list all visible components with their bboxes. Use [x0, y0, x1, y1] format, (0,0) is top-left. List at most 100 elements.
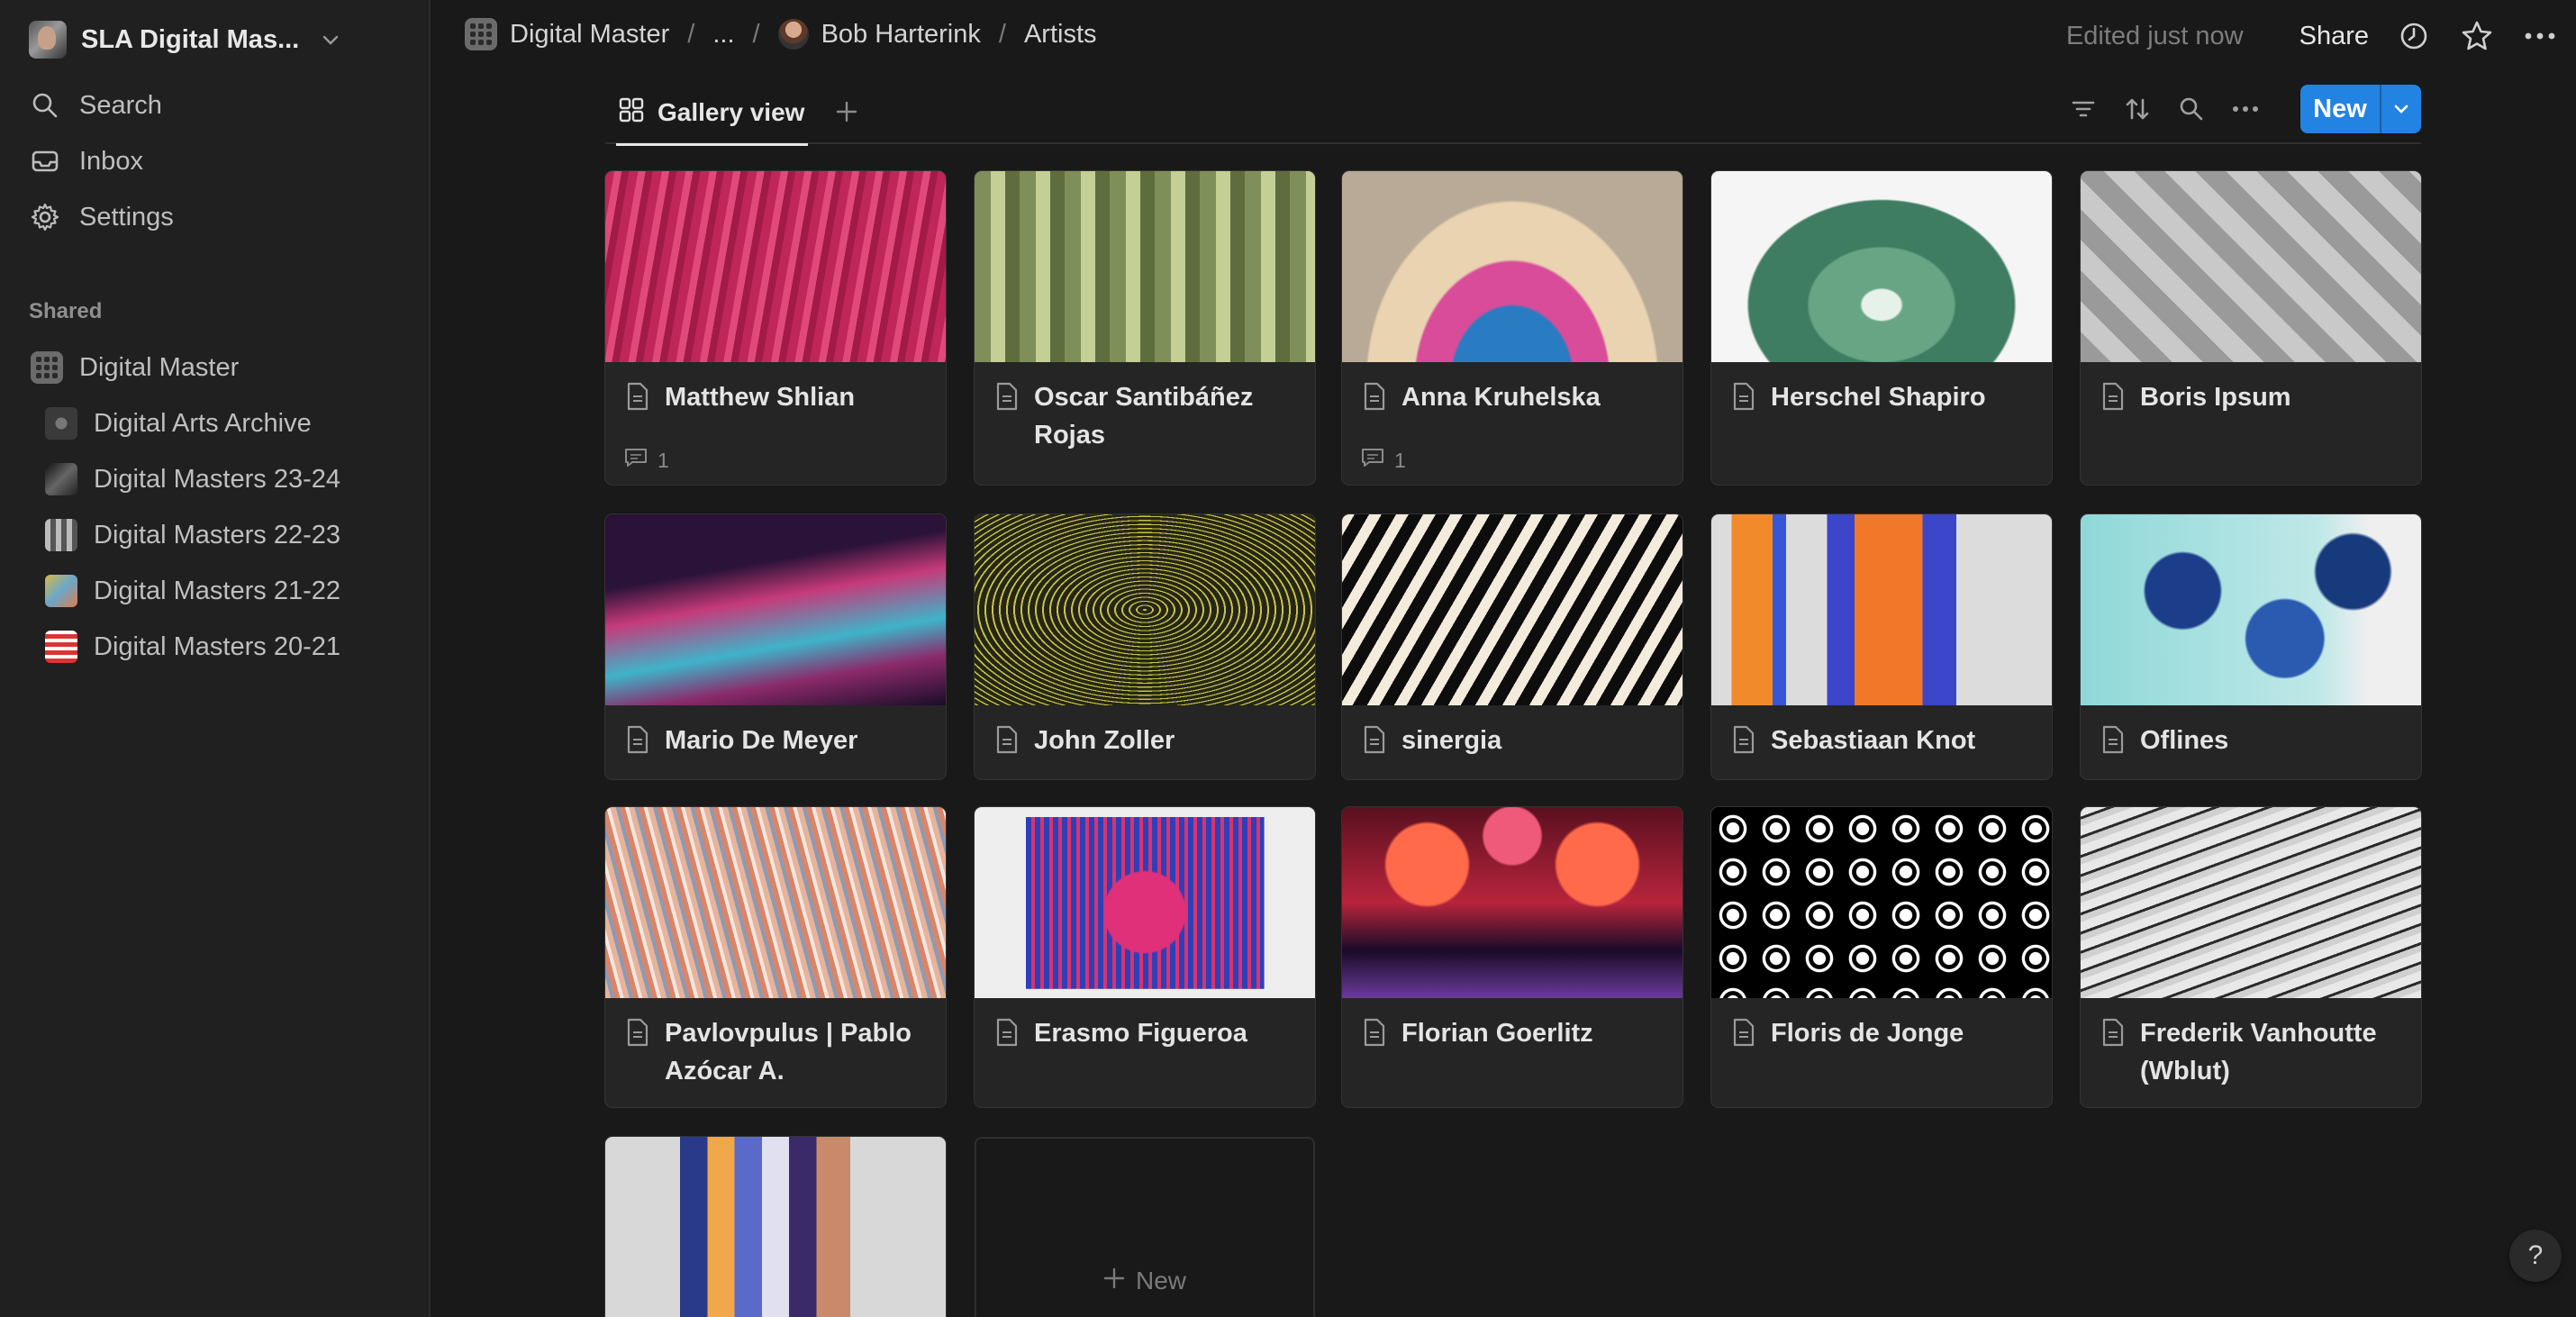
page-icon	[625, 725, 650, 759]
card-cover-image	[2081, 514, 2421, 705]
card-cover-image	[2081, 807, 2421, 998]
gallery-card[interactable]: Floris de Jonge	[1711, 807, 2052, 1107]
search-icon	[29, 89, 61, 122]
new-card-button[interactable]: New	[975, 1137, 1315, 1317]
breadcrumb-separator: /	[998, 19, 1006, 49]
gallery-card[interactable]: sinergia	[1342, 514, 1683, 779]
breadcrumb-item-ellipsis[interactable]: ...	[712, 20, 734, 50]
comment-icon	[623, 447, 649, 474]
card-cover-image	[1342, 171, 1683, 362]
breadcrumb-item-bob-harterink[interactable]: Bob Harterink	[821, 20, 981, 50]
gallery-card[interactable]: Oflines	[2081, 514, 2421, 779]
card-caption: sinergia	[1362, 722, 1666, 759]
new-card-label: New	[1135, 1267, 1186, 1294]
gallery-card[interactable]: Sebastiaan Knot	[1711, 514, 2052, 779]
sidebar-item-settings[interactable]: Settings	[29, 195, 174, 240]
card-title: Mario De Meyer	[665, 726, 858, 755]
card-cover-image	[605, 514, 946, 705]
sidebar-item-label: Digital Masters 21-22	[94, 576, 340, 605]
gallery-card[interactable]: Mario De Meyer	[605, 514, 946, 779]
breadcrumb-item-artists[interactable]: Artists	[1024, 20, 1097, 50]
clock-icon[interactable]	[2396, 18, 2432, 54]
breadcrumb-separator: /	[752, 19, 760, 49]
chevron-down-icon	[317, 26, 344, 53]
page-icon	[2100, 382, 2126, 416]
view-toolbar: Gallery view New	[605, 81, 2421, 146]
share-button[interactable]: Share	[2299, 22, 2369, 51]
sidebar-item-label: Inbox	[79, 146, 143, 176]
edited-status: Edited just now	[2065, 21, 2244, 50]
gallery-card[interactable]: Pavlovpulus | Pablo Azócar A.	[605, 807, 946, 1107]
card-cover-image	[1342, 514, 1683, 705]
card-cover-image	[605, 807, 946, 998]
card-title: Matthew Shlian	[665, 383, 856, 412]
sidebar-item-label: Search	[79, 90, 162, 120]
gallery-card[interactable]: Anna Kruhelska 1	[1342, 171, 1683, 485]
topbar: Digital Master / ... / Bob Harterink / A…	[432, 0, 2576, 79]
sidebar-item-inbox[interactable]: Inbox	[29, 139, 143, 184]
gallery-card[interactable]: Oscar Santibáñez Rojas	[975, 171, 1315, 485]
card-caption: Herschel Shapiro	[1731, 378, 2036, 416]
gallery-card[interactable]: Florian Goerlitz	[1342, 807, 1683, 1107]
card-cover-image	[1711, 514, 2052, 705]
card-caption: Florian Goerlitz	[1362, 1014, 1666, 1052]
sidebar-item-digital-masters-22-23[interactable]: Digital Masters 22-23	[45, 513, 340, 558]
card-caption: Anna Kruhelska	[1362, 378, 1666, 416]
topbar-actions: Edited just now Share	[2066, 18, 2558, 54]
sidebar-item-digital-master[interactable]: Digital Master	[31, 345, 239, 390]
filter-icon[interactable]	[2066, 92, 2100, 126]
sidebar-item-digital-masters-20-21[interactable]: Digital Masters 20-21	[45, 624, 340, 669]
gallery-card[interactable]: Boris Ipsum	[2081, 171, 2421, 485]
sidebar-item-label: Digital Masters 20-21	[94, 631, 340, 661]
card-caption: Erasmo Figueroa	[994, 1014, 1299, 1052]
more-icon[interactable]	[2228, 92, 2263, 126]
sidebar-item-label: Digital Master	[79, 352, 240, 382]
chevron-down-icon[interactable]	[2380, 85, 2421, 133]
add-view-plus-icon[interactable]	[829, 94, 865, 130]
breadcrumb-item-digital-master[interactable]: Digital Master	[510, 20, 669, 50]
page-thumbnail-icon	[45, 463, 77, 495]
grid-page-icon	[31, 351, 63, 384]
gallery-card[interactable]	[605, 1137, 946, 1317]
card-title: Erasmo Figueroa	[1034, 1019, 1247, 1048]
card-title: Anna Kruhelska	[1401, 383, 1601, 412]
card-cover-image	[975, 514, 1315, 705]
page-thumbnail-icon	[45, 631, 77, 663]
inbox-icon	[29, 145, 61, 177]
page-thumbnail-icon	[45, 407, 77, 440]
gallery-card[interactable]: Matthew Shlian 1	[605, 171, 946, 485]
comment-icon	[1360, 447, 1385, 474]
sidebar-item-digital-masters-21-22[interactable]: Digital Masters 21-22	[45, 568, 340, 613]
card-caption: Matthew Shlian	[625, 378, 930, 416]
card-caption: Boris Ipsum	[2100, 378, 2405, 416]
card-title: Frederik Vanhoutte (Wblut)	[2140, 1019, 2377, 1085]
gallery-card[interactable]: Erasmo Figueroa	[975, 807, 1315, 1107]
new-button[interactable]: New	[2300, 85, 2380, 133]
gallery-card[interactable]: John Zoller	[975, 514, 1315, 779]
card-title: sinergia	[1401, 726, 1502, 755]
gallery-card[interactable]: Herschel Shapiro	[1711, 171, 2052, 485]
sidebar-item-digital-arts-archive[interactable]: Digital Arts Archive	[45, 401, 312, 446]
sidebar-item-search[interactable]: Search	[29, 83, 162, 128]
plus-icon	[1103, 1267, 1125, 1295]
star-icon[interactable]	[2459, 18, 2495, 54]
sidebar-item-label: Digital Masters 22-23	[94, 520, 340, 550]
tab-gallery-view[interactable]: Gallery view	[615, 88, 809, 146]
more-icon[interactable]	[2522, 18, 2558, 54]
gallery-card[interactable]: Frederik Vanhoutte (Wblut)	[2081, 807, 2421, 1107]
comment-count-value: 1	[1394, 448, 1406, 472]
page-icon	[2100, 725, 2126, 759]
gear-icon	[29, 201, 61, 233]
card-cover-image	[1342, 807, 1683, 998]
card-cover-image	[605, 171, 946, 362]
page-icon	[1731, 1018, 1756, 1052]
search-icon[interactable]	[2174, 92, 2209, 126]
breadcrumb-separator: /	[687, 19, 695, 49]
sidebar-item-label: Settings	[79, 202, 174, 232]
card-title: Florian Goerlitz	[1401, 1019, 1593, 1048]
workspace-switcher[interactable]: SLA Digital Mas...	[29, 21, 344, 59]
help-button[interactable]: ?	[2509, 1230, 2562, 1282]
sort-icon[interactable]	[2120, 92, 2154, 126]
sidebar-item-digital-masters-23-24[interactable]: Digital Masters 23-24	[45, 457, 340, 502]
card-caption: Oscar Santibáñez Rojas	[994, 378, 1299, 454]
